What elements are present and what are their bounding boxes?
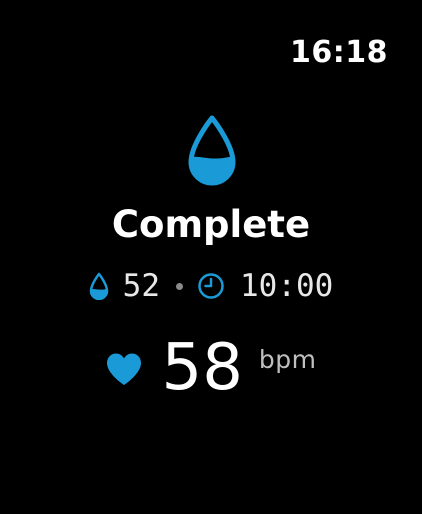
water-drop-icon — [188, 115, 236, 186]
workout-status-title: Complete — [111, 203, 311, 246]
heart-rate-unit: bpm — [258, 344, 317, 374]
separator-dot — [176, 282, 183, 290]
clock-icon — [198, 273, 224, 299]
heart-rate-row: 58 bpm — [0, 330, 422, 406]
status-time: 16:18 — [290, 35, 388, 70]
duration-value: 10:00 — [240, 268, 334, 304]
stroke-count: 52 — [122, 268, 160, 304]
water-drop-icon — [89, 272, 108, 300]
workout-stats-row: 52 10:00 — [0, 266, 422, 306]
heart-icon — [107, 353, 142, 385]
heart-rate-value: 58 — [161, 331, 243, 405]
